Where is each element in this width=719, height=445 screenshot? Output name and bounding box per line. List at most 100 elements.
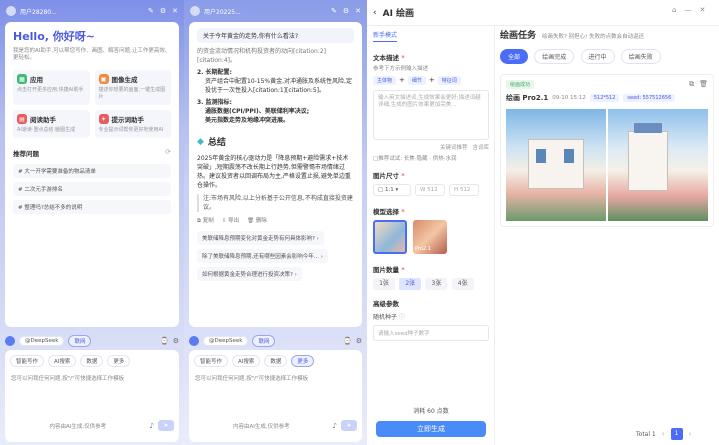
copy-button[interactable]: ⧉ 复制: [197, 216, 214, 225]
tab-done[interactable]: 绘画完成: [534, 49, 575, 64]
settings-icon[interactable]: ⚙: [173, 337, 179, 345]
mode-tab[interactable]: 新手模式: [373, 30, 398, 42]
gear-icon[interactable]: ⚙: [160, 7, 166, 15]
tab-failed[interactable]: 绘画失败: [620, 49, 661, 64]
net-toggle[interactable]: 联网: [252, 335, 276, 347]
delete-icon[interactable]: 🗑: [699, 80, 708, 89]
username: 用户28280...: [20, 8, 57, 16]
question-item[interactable]: # 整理吗?总结不多的说明: [13, 200, 171, 214]
prompt-hint: 参考下方示例输入描述: [373, 66, 429, 72]
back-icon[interactable]: ‹: [373, 8, 377, 18]
task-name: 绘画 Pro2.1: [506, 94, 549, 102]
left-input-area: 智能写作 AI搜索 数据 更多 您可以问我任何问题,按"/"可快捷选择工作模板 …: [5, 350, 179, 442]
prev-page-icon[interactable]: ‹: [662, 430, 665, 438]
disclaimer-note: 注:市场有风险,以上分析基于公开信息,不构成直接投资建议。: [197, 194, 354, 212]
generate-button[interactable]: 立即生成: [376, 421, 486, 437]
feature-card-apps[interactable]: ▦ 应用 点击打开更多应用,快捷AI助手: [13, 70, 90, 105]
feature-card-image[interactable]: ▣ 图像生成 描述你想要的画面,一键生成图片: [94, 70, 171, 105]
model-icon: [5, 336, 15, 346]
export-button[interactable]: ⇩ 导出: [222, 216, 239, 225]
feature-card-prompt[interactable]: ✦ 提示词助手 专业提示词帮你更好地使用AI: [94, 110, 171, 138]
prompt-tag[interactable]: 特征词: [437, 76, 461, 85]
count-label: 图片数量: [373, 266, 399, 274]
close-icon[interactable]: ✕: [699, 6, 705, 14]
magic-link[interactable]: 含词库: [472, 143, 489, 151]
send-button[interactable]: ➤: [158, 420, 174, 431]
style-suggestion[interactable]: □推荐试试: 长焦·隐藏 · 供热·水润: [373, 154, 489, 162]
mid-topbar: 用户20225... ✎ ⚙ ✕: [184, 0, 367, 22]
diamond-icon: ◆: [197, 136, 204, 147]
width-input[interactable]: W 512: [415, 184, 445, 196]
mic-icon[interactable]: ♪: [150, 422, 154, 430]
tool-data[interactable]: 数据: [264, 355, 288, 367]
seed-input[interactable]: 请输入seed种子数字: [373, 325, 489, 341]
count-option[interactable]: 4张: [451, 278, 474, 290]
generated-image-2[interactable]: [608, 109, 708, 221]
settings-icon[interactable]: ⚙: [356, 337, 362, 345]
model-thumb-2[interactable]: Pro2.1: [413, 220, 447, 254]
tool-more[interactable]: 更多: [291, 355, 315, 367]
count-option[interactable]: 3张: [425, 278, 448, 290]
count-option[interactable]: 2张: [399, 278, 422, 290]
divider: [367, 25, 719, 26]
history-icon[interactable]: ⌚: [343, 337, 352, 345]
task-title: 绘画任务: [500, 31, 537, 41]
minimize-icon[interactable]: —: [684, 6, 691, 14]
tool-write[interactable]: 智能写作: [194, 355, 229, 367]
refresh-icon[interactable]: ⟳: [165, 148, 171, 158]
model-selector[interactable]: @DeepSeek: [19, 336, 65, 346]
followup-question[interactable]: 美联储降息预期变化对黄金走势有何具体影响? ›: [197, 231, 324, 245]
size-label: 图片尺寸: [373, 172, 399, 180]
prompt-textarea[interactable]: 输入英文描述词,生成效果会更好;描述词越详细,生成的图片效果更加完美...: [373, 90, 489, 140]
model-thumb-1[interactable]: [373, 220, 407, 254]
disclaimer: 内容由AI生成,仅供参考: [232, 423, 290, 430]
mic-icon[interactable]: ♪: [333, 422, 337, 430]
question-item[interactable]: # 大一开学需要准备的物品清单: [13, 164, 171, 178]
history-icon[interactable]: ⌚: [160, 337, 169, 345]
prompt-icon: ✦: [98, 114, 109, 124]
page-number[interactable]: 1: [670, 428, 683, 440]
tool-search[interactable]: AI搜索: [48, 355, 77, 367]
followup-question[interactable]: 如何根据黄金走势合理进行投资决策? ›: [197, 267, 302, 281]
edit-icon[interactable]: ✎: [331, 7, 337, 15]
tool-more[interactable]: 更多: [107, 355, 131, 367]
tab-running[interactable]: 进行中: [580, 49, 615, 64]
model-selector[interactable]: @DeepSeek: [203, 336, 249, 346]
chat-input[interactable]: 您可以问我任何问题,按"/"可快捷选择工作模板: [189, 370, 362, 420]
next-page-icon[interactable]: ›: [689, 430, 692, 438]
prompt-label: 文本描述: [373, 54, 399, 62]
ratio-select[interactable]: ▢ 1:1 ▾: [373, 184, 411, 196]
task-card[interactable]: 绘画成功 ⧉ 🗑 绘画 Pro2.1 09-10 15:12 512*512 s…: [500, 74, 714, 227]
close-icon[interactable]: ✕: [172, 7, 178, 15]
delete-button[interactable]: 🗑 删除: [247, 216, 267, 225]
task-column: 绘画任务 绘画失败? 别担心! 失败的点数会自动返还 全部 绘画完成 进行中 绘…: [500, 28, 714, 227]
tool-data[interactable]: 数据: [80, 355, 104, 367]
close-icon[interactable]: ✕: [355, 7, 361, 15]
net-toggle[interactable]: 联网: [68, 335, 92, 347]
avatar[interactable]: [190, 6, 200, 16]
task-time: 09-10 15:12: [552, 95, 586, 101]
gear-icon[interactable]: ⚙: [343, 7, 349, 15]
avatar[interactable]: [6, 6, 16, 16]
copy-icon[interactable]: ⧉: [689, 80, 694, 89]
send-button[interactable]: ➤: [341, 420, 357, 431]
prompt-tag[interactable]: 主体物: [373, 76, 397, 85]
edit-icon[interactable]: ✎: [148, 7, 154, 15]
home-icon[interactable]: ⌂: [672, 6, 676, 14]
generated-image-1[interactable]: [506, 109, 606, 221]
tool-search[interactable]: AI搜索: [232, 355, 261, 367]
keyword-link[interactable]: 关键词推荐: [440, 143, 468, 151]
question-item[interactable]: # 二次元手游排名: [13, 182, 171, 196]
mid-model-bar: @DeepSeek 联网 ⌚ ⚙: [189, 335, 362, 347]
followup-question[interactable]: 除了美联储降息预期,还有哪些因素会影响今年... ›: [197, 249, 328, 263]
answer-bullet: 资产组合中配置10-15%黄金,对冲通胀及系统性风险,定投优于一次性投入[cit…: [205, 78, 352, 94]
tool-write[interactable]: 智能写作: [10, 355, 45, 367]
height-input[interactable]: H 512: [449, 184, 479, 196]
chat-input[interactable]: 您可以问我任何问题,按"/"可快捷选择工作模板: [5, 370, 179, 420]
prompt-tag[interactable]: 细节: [407, 76, 426, 85]
feature-card-reader[interactable]: ▤ 阅读助手 AI速读·重点总结·脑图生成: [13, 110, 90, 138]
header: ‹ AI 绘画: [373, 6, 414, 20]
image-icon: ▣: [98, 74, 109, 84]
tab-all[interactable]: 全部: [500, 49, 529, 64]
count-option[interactable]: 1张: [373, 278, 395, 290]
